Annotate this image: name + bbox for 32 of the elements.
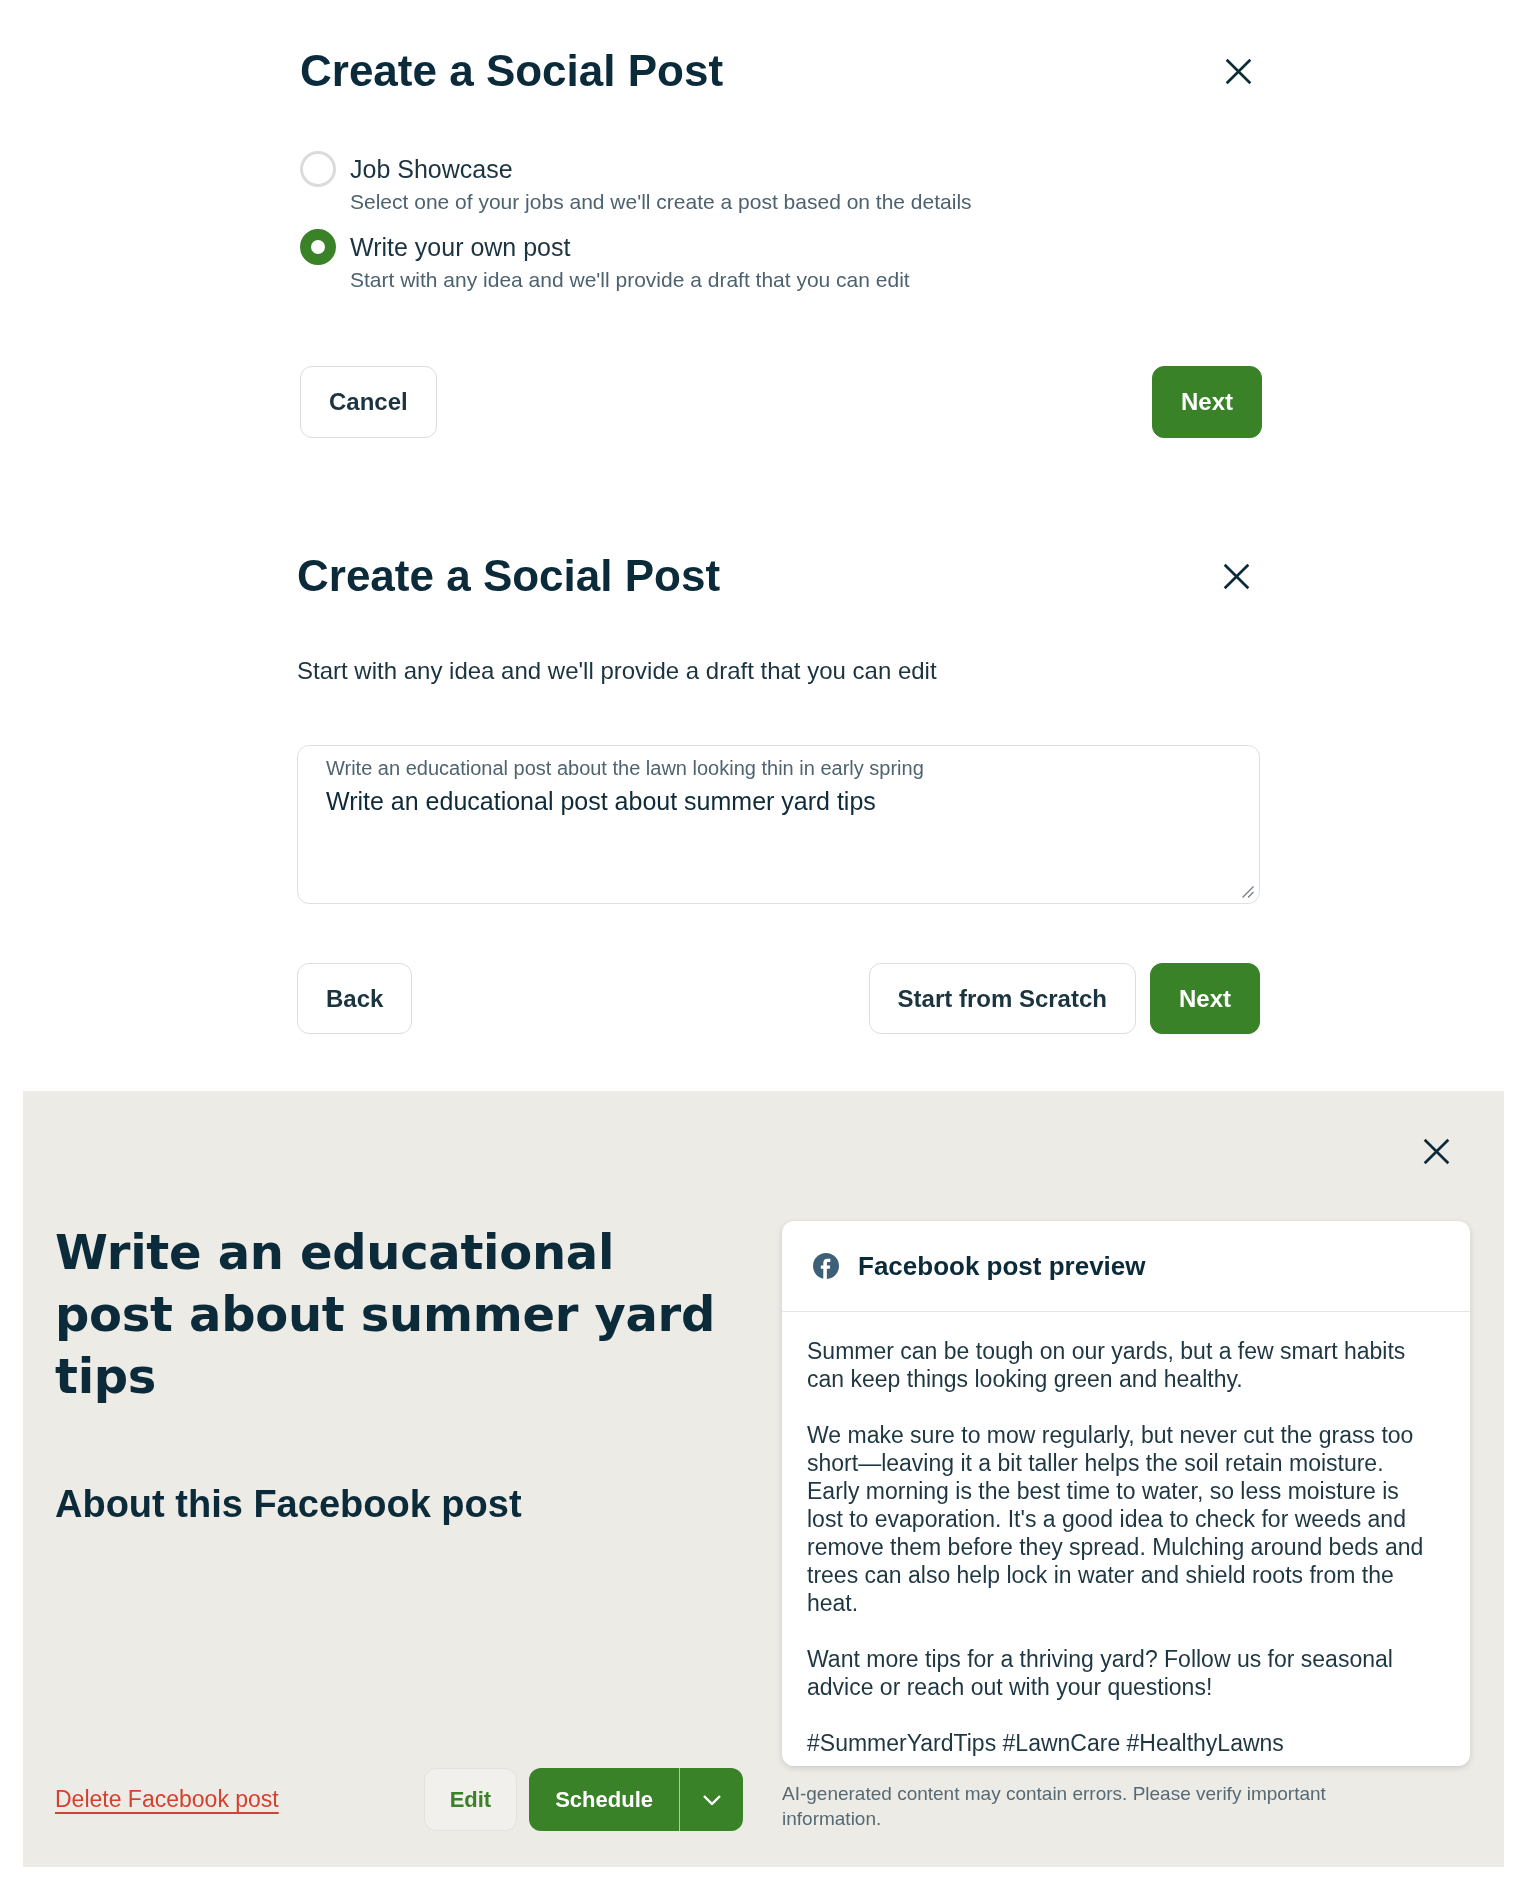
dialog-subtitle: Start with any idea and we'll provide a draft that you can edit [297, 656, 938, 686]
dialog-title: Create a Social Post [300, 45, 724, 97]
chevron-down-icon [702, 1794, 721, 1805]
dropdown-button[interactable] [679, 1768, 743, 1831]
section-heading: About this Facebook post [55, 1482, 523, 1527]
secondary-button[interactable]: Cancel [300, 366, 437, 438]
post-paragraph: Summer can be tough on our yards, but a few smart habits can keep things looking green and healthy. [807, 1337, 1407, 1393]
post-prompt-heading: Write an educational post about summer yard tips [55, 1223, 716, 1406]
secondary-button[interactable]: Start from Scratch [868, 963, 1136, 1034]
card-title: Facebook post preview [858, 1250, 1146, 1282]
prompt-text-area[interactable]: Write an educational post about the lawn looking thin in early spring Write an educational post about summer yard tips [297, 745, 1260, 904]
schedule-button[interactable]: Schedule [529, 1768, 679, 1831]
primary-button[interactable]: Next [1151, 366, 1262, 438]
ai-disclaimer: AI-generated content may contain errors. Please verify important information. [782, 1782, 1327, 1831]
primary-button[interactable]: Next [1149, 963, 1260, 1034]
close-icon[interactable] [1225, 57, 1252, 85]
dialog-title: Create a Social Post [297, 550, 721, 602]
delete-link[interactable]: Delete Facebook post [55, 1786, 279, 1813]
post-paragraph: Want more tips for a thriving yard? Follow us for seasonal advice or reach out with your questions! [807, 1645, 1394, 1701]
post-paragraph: #SummerYardTips #LawnCare #HealthyLawns [807, 1729, 1285, 1757]
option-description: Select one of your jobs and we'll create a post based on the details [350, 189, 973, 215]
post-paragraph: We make sure to mow regularly, but never cut the grass too short—leaving it a bit taller helps the soil retain moisture. Early morning is the best time to water, so less moisture is lost to evaporation. It's a good idea to check for weeds and remove them before they spread. Mulching around beds and trees can also help lock in water and shield roots from the heat. [807, 1421, 1425, 1617]
facebook-icon [813, 1253, 839, 1279]
close-icon[interactable] [1423, 1138, 1450, 1165]
edit-button[interactable]: Edit [423, 1768, 518, 1831]
option-description: Start with any idea and we'll provide a draft that you can edit [350, 267, 911, 293]
close-icon[interactable] [1223, 562, 1250, 590]
radio-button[interactable] [300, 229, 336, 265]
secondary-button[interactable]: Back [297, 963, 413, 1034]
radio-label[interactable]: Write your own post [350, 232, 1262, 262]
resize-grip-icon[interactable] [1242, 886, 1254, 898]
radio-label[interactable]: Job Showcase [350, 154, 1262, 184]
